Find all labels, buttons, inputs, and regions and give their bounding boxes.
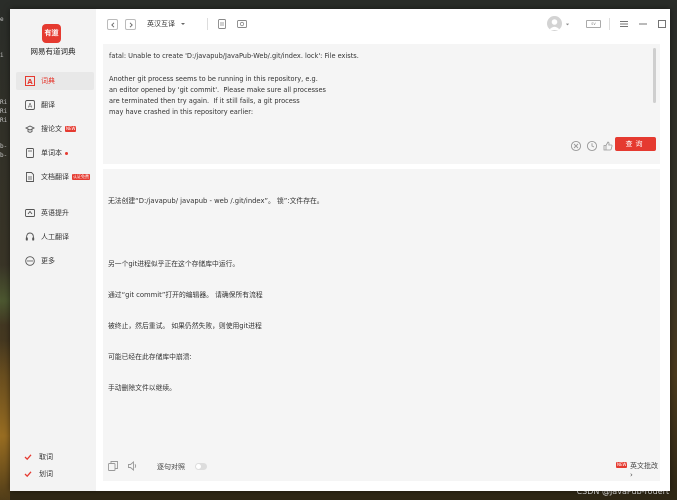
output-footer: 逐句对照 NEW 英文批改 › <box>103 459 660 479</box>
avatar-icon <box>549 19 560 30</box>
clear-icon <box>570 140 582 152</box>
sidebar-item-more[interactable]: 更多 <box>16 252 94 270</box>
translation-line: 可能已经在此存储库中崩溃: <box>108 353 192 361</box>
clock-icon <box>586 140 598 152</box>
sidebar-item-paper-search[interactable]: 搜论文 NEW <box>16 120 94 138</box>
svg-text:A: A <box>27 78 33 86</box>
query-input[interactable]: fatal: Unable to create 'D:/javapub/Java… <box>109 51 649 119</box>
scrollbar[interactable] <box>653 48 656 103</box>
youdao-window: 有道 网易有道词典 A 词典 A 翻译 搜论文 NEW 单词本 文档翻译 认证免… <box>10 9 670 491</box>
terminal-text: b- <box>0 152 8 159</box>
clipboard-icon <box>218 19 226 29</box>
sidebar: 有道 网易有道词典 A 词典 A 翻译 搜论文 NEW 单词本 文档翻译 认证免… <box>10 9 96 491</box>
language-mode-label: 英汉互译 <box>147 20 175 28</box>
minimize-icon <box>639 23 647 25</box>
sidebar-item-label: 更多 <box>41 257 55 265</box>
vip-badge[interactable]: sv <box>586 20 601 28</box>
menu-button[interactable] <box>618 18 630 30</box>
sidebar-item-label: 人工翻译 <box>41 233 69 241</box>
sentence-align-toggle[interactable] <box>195 463 207 470</box>
wordbook-icon <box>25 148 35 158</box>
app-name: 网易有道词典 <box>30 47 76 56</box>
chevron-down-icon <box>181 23 185 25</box>
document-translate-icon <box>25 172 35 182</box>
back-button[interactable] <box>107 19 118 30</box>
user-avatar[interactable] <box>547 16 562 31</box>
sidebar-item-human-translate[interactable]: 人工翻译 <box>16 228 94 246</box>
checkmark-icon <box>24 470 32 478</box>
sidebar-item-label: 词典 <box>41 77 55 85</box>
sidebar-item-label: 文档翻译 <box>41 173 69 181</box>
input-panel: fatal: Unable to create 'D:/javapub/Java… <box>103 44 660 164</box>
terminal-text: Ri <box>0 99 8 106</box>
chevron-left-icon <box>110 21 114 28</box>
translation-line: 通过“git commit”打开的编辑器。 请确保所有流程 <box>108 291 263 299</box>
translate-icon: A <box>25 100 35 110</box>
maximize-icon <box>658 20 666 28</box>
sidebar-item-wordbook[interactable]: 单词本 <box>16 144 94 162</box>
translation-line: 另一个git进程似乎正在这个存储库中运行。 <box>108 260 240 268</box>
sidebar-item-english-up[interactable]: 英语提升 <box>16 204 94 222</box>
speaker-button[interactable] <box>127 460 139 474</box>
like-button[interactable] <box>602 140 614 152</box>
screenshot-translate-button[interactable] <box>236 18 248 30</box>
new-badge: NEW <box>616 462 628 468</box>
sidebar-item-label: 单词本 <box>41 149 62 157</box>
terminal-text: Ri <box>0 117 8 124</box>
english-correction-link[interactable]: 英文批改 › <box>630 461 660 479</box>
copy-button[interactable] <box>107 460 119 474</box>
free-badge: 认证免费 <box>72 174 90 180</box>
speaker-icon <box>128 461 137 471</box>
chevron-right-icon <box>129 21 133 28</box>
divider <box>207 18 208 30</box>
word-capture-toggle[interactable]: 取词 <box>24 452 53 462</box>
desktop-glow <box>0 265 10 325</box>
new-badge: NEW <box>65 126 77 132</box>
word-capture-label: 取词 <box>39 453 53 461</box>
paper-search-icon <box>25 124 35 134</box>
dictionary-icon: A <box>25 76 35 86</box>
word-select-label: 划词 <box>39 470 53 478</box>
sidebar-item-dictionary[interactable]: A 词典 <box>16 72 94 90</box>
sidebar-item-label: 翻译 <box>41 101 55 109</box>
sidebar-item-translate[interactable]: A 翻译 <box>16 96 94 114</box>
history-button[interactable] <box>586 140 598 152</box>
translation-line: 无法创建“D:/javapub/ javapub - web /.git/ind… <box>108 197 324 205</box>
svg-text:A: A <box>28 103 33 110</box>
maximize-button[interactable] <box>656 18 668 30</box>
chevron-down-icon[interactable] <box>565 22 570 27</box>
notification-dot <box>65 151 68 155</box>
divider <box>609 18 610 30</box>
english-up-icon <box>25 208 35 218</box>
desktop-glow <box>0 340 10 500</box>
clipboard-button[interactable] <box>216 18 228 30</box>
sidebar-item-label: 搜论文 <box>41 125 62 133</box>
minimize-button[interactable] <box>637 18 649 30</box>
terminal-text: e <box>0 16 4 23</box>
image-icon <box>237 20 247 28</box>
language-mode-select[interactable]: 英汉互译 <box>147 19 186 29</box>
copy-icon <box>108 461 118 471</box>
sidebar-item-document-translate[interactable]: 文档翻译 认证免费 <box>16 168 94 186</box>
forward-button[interactable] <box>125 19 136 30</box>
terminal-text: Ri <box>0 108 8 115</box>
word-select-toggle[interactable]: 划词 <box>24 469 53 479</box>
app-logo: 有道 <box>42 24 61 43</box>
more-icon <box>25 256 35 266</box>
sentence-align-label: 逐句对照 <box>157 463 185 471</box>
terminal-text: b- <box>0 143 8 150</box>
top-bar: 英汉互译 sv <box>96 9 670 39</box>
query-button[interactable]: 查询 <box>615 137 656 151</box>
sidebar-item-label: 英语提升 <box>41 209 69 217</box>
clear-button[interactable] <box>570 140 582 152</box>
checkmark-icon <box>24 453 32 461</box>
menu-icon <box>620 21 628 27</box>
human-translate-icon <box>25 232 35 242</box>
thumbs-up-icon <box>603 141 613 151</box>
output-panel: 无法创建“D:/javapub/ javapub - web /.git/ind… <box>103 169 660 481</box>
translation-line: 被终止，然后重试。 如果仍然失败，则使用git进程 <box>108 322 262 330</box>
translation-line: 手动删除文件以继续。 <box>108 384 176 392</box>
terminal-text: i <box>0 52 4 59</box>
